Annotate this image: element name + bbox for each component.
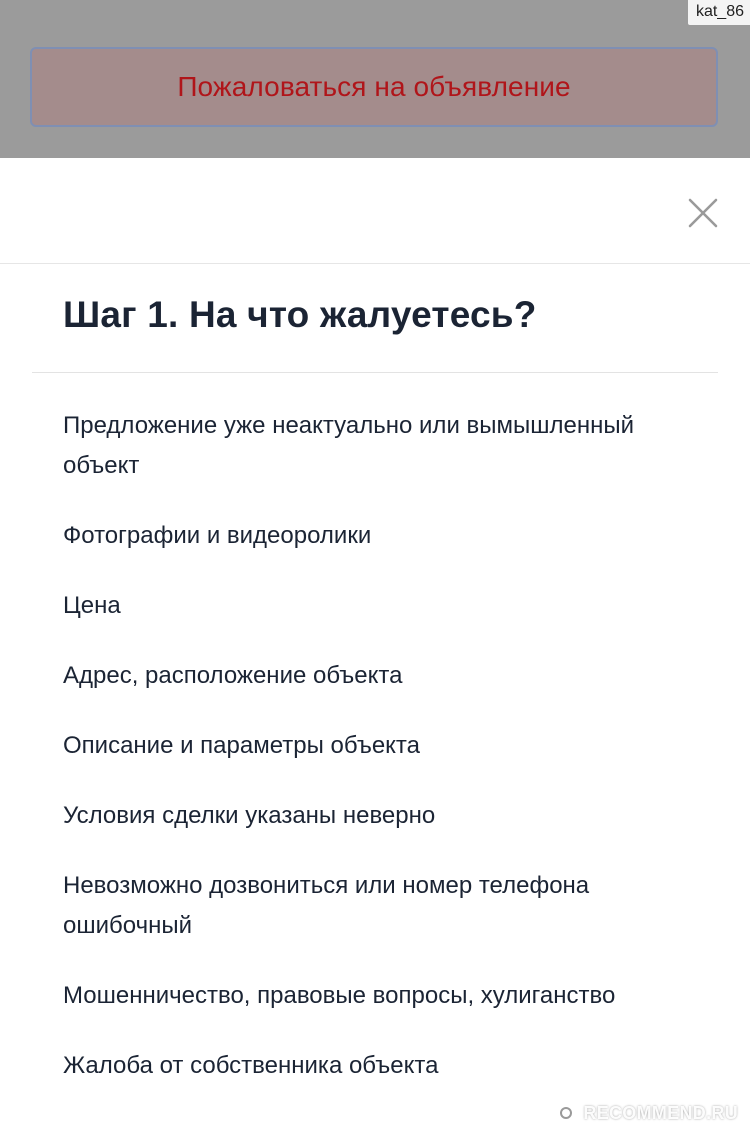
report-listing-button[interactable]: Пожаловаться на объявление [30, 47, 718, 127]
complaint-sheet: Шаг 1. На что жалуетесь? Предложение уже… [0, 158, 750, 1136]
user-tag: kat_86 [687, 0, 750, 25]
sheet-header [0, 158, 750, 264]
recommend-watermark-text: RECOMMEND.RU [583, 1102, 738, 1123]
close-button[interactable] [686, 196, 720, 230]
complaint-option-fraud[interactable]: Мошенничество, правовые вопросы, хулиган… [63, 976, 713, 1016]
complaint-option-owner[interactable]: Жалоба от собственника объекта [63, 1046, 713, 1086]
page: Пожаловаться на объявление kat_86 Шаг 1.… [0, 0, 750, 1136]
report-listing-label: Пожаловаться на объявление [177, 71, 571, 102]
dimmed-backdrop[interactable]: Пожаловаться на объявление [0, 0, 750, 158]
close-icon [688, 198, 718, 228]
complaint-option-price[interactable]: Цена [63, 586, 713, 626]
title-divider [32, 372, 718, 373]
complaint-option-address[interactable]: Адрес, расположение объекта [63, 656, 713, 696]
sheet-title: Шаг 1. На что жалуетесь? [63, 294, 537, 335]
recommend-logo-icon [555, 1102, 578, 1124]
complaint-option-outdated[interactable]: Предложение уже неактуально или вымышлен… [63, 406, 713, 486]
complaint-options-list: Предложение уже неактуально или вымышлен… [63, 406, 713, 1116]
complaint-option-description[interactable]: Описание и параметры объекта [63, 726, 713, 766]
recommend-watermark: RECOMMEND.RU [555, 1102, 738, 1124]
complaint-option-photos[interactable]: Фотографии и видеоролики [63, 516, 713, 556]
complaint-option-phone[interactable]: Невозможно дозвониться или номер телефон… [63, 866, 713, 946]
complaint-option-deal-terms[interactable]: Условия сделки указаны неверно [63, 796, 713, 836]
